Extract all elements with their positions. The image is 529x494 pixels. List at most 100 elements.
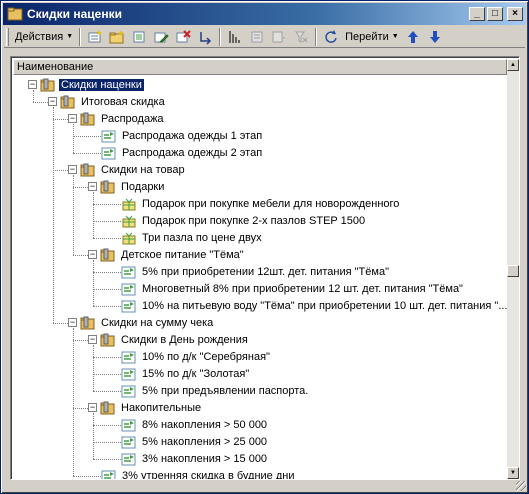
toolbar-grip[interactable]: [6, 27, 9, 46]
title-bar[interactable]: Скидки наценки _ □ ×: [3, 3, 526, 25]
actions-menu-button[interactable]: Действия ▼: [12, 28, 76, 46]
tree-row[interactable]: 3% утренняя скидка в будние дни: [101, 467, 297, 479]
tree-row[interactable]: − Детское питание "Тёма": [88, 246, 246, 263]
discount-item-icon: [121, 299, 137, 313]
tree-row[interactable]: Многоветный 8% при приобретении 12 шт. д…: [121, 280, 465, 297]
tree-row-label: Распродажа одежды 2 этап: [122, 146, 263, 159]
minimize-button[interactable]: _: [469, 7, 485, 21]
vertical-scrollbar[interactable]: ▲ ▼: [507, 59, 519, 479]
collapse-toggle-icon[interactable]: −: [48, 97, 57, 106]
tree-row[interactable]: Распродажа одежды 2 этап: [101, 144, 264, 161]
tree-row-label: Детское питание "Тёма": [121, 248, 244, 261]
discount-item-icon: [121, 384, 137, 398]
dropdown-arrow-icon: ▼: [66, 33, 74, 40]
tree-row[interactable]: 3% накопления > 15 000: [121, 450, 269, 467]
close-button[interactable]: ×: [507, 7, 523, 21]
tree-row[interactable]: − Скидки наценки: [28, 76, 145, 93]
tree-row-label: Скидки в День рождения: [121, 333, 248, 346]
tree-connector: [93, 356, 121, 358]
goto-menu-button[interactable]: Перейти ▼: [342, 28, 402, 46]
tree-row[interactable]: Три пазла по цене двух: [121, 229, 264, 246]
tree-row[interactable]: 15% по д/к "Золотая": [121, 365, 251, 382]
dropdown-arrow-icon: ▼: [391, 33, 399, 40]
discount-item-icon: [101, 129, 117, 143]
actions-menu-label: Действия: [15, 30, 64, 43]
tree-row-label: Три пазла по цене двух: [142, 231, 262, 244]
filter-dropdown-button[interactable]: [268, 27, 290, 47]
add-folder-button[interactable]: [106, 27, 128, 47]
tree-connector: [93, 412, 94, 459]
folder-icon: [80, 112, 96, 126]
folder-icon: [100, 333, 116, 347]
tree-row[interactable]: Подарок при покупке мебели для новорожде…: [121, 195, 401, 212]
collapse-toggle-icon[interactable]: −: [68, 114, 77, 123]
collapse-toggle-icon[interactable]: −: [68, 318, 77, 327]
filter-list-icon: [272, 31, 286, 42]
arrow-up-icon: [407, 30, 418, 43]
tree-row-label: Подарок при покупке мебели для новорожде…: [142, 197, 400, 210]
tree-row[interactable]: − Распродажа: [68, 110, 166, 127]
tree-connector: [93, 344, 94, 391]
move-down-button[interactable]: [424, 27, 446, 47]
discount-item-icon: [101, 146, 117, 160]
collapse-toggle-icon[interactable]: −: [88, 250, 97, 259]
tree-row[interactable]: − Скидки на товар: [68, 161, 187, 178]
scroll-up-button[interactable]: ▲: [507, 59, 519, 71]
tree-row[interactable]: 5% накопления > 25 000: [121, 433, 269, 450]
column-header-name[interactable]: Наименование: [13, 59, 507, 75]
refresh-icon: [325, 29, 337, 43]
maximize-button[interactable]: □: [487, 7, 503, 21]
tree-row[interactable]: − Подарки: [88, 178, 166, 195]
tree-row[interactable]: 10% на питьевую воду "Тёма" при приобрет…: [121, 297, 507, 314]
clear-filter-icon: [295, 31, 308, 43]
tree-view[interactable]: − Скидки наценки − Итоговая скидка − Распрода…: [13, 75, 507, 479]
discount-item-icon: [101, 469, 117, 479]
level-up-button[interactable]: [246, 27, 268, 47]
tree-row[interactable]: 5% при приобретении 12шт. дет. питания "…: [121, 263, 391, 280]
copy-item-button[interactable]: [128, 27, 150, 47]
tree-row[interactable]: − Скидки в День рождения: [88, 331, 250, 348]
tree-row-label: 5% при приобретении 12шт. дет. питания "…: [142, 265, 389, 278]
tree-connector: [93, 191, 94, 238]
tree-row[interactable]: − Итоговая скидка: [48, 93, 167, 110]
tree-row-label: 5% накопления > 25 000: [142, 435, 268, 448]
folder-icon: [60, 95, 76, 109]
clear-filter-button[interactable]: [290, 27, 312, 47]
move-icon: [200, 31, 212, 45]
refresh-button[interactable]: [320, 27, 342, 47]
delete-item-button[interactable]: [172, 27, 194, 47]
tree-row[interactable]: 10% по д/к "Серебряная": [121, 348, 272, 365]
arrow-down-icon: [429, 30, 440, 43]
hierarchy-button[interactable]: [224, 27, 246, 47]
scroll-down-button[interactable]: ▼: [507, 467, 519, 479]
tree-row[interactable]: − Накопительные: [88, 399, 203, 416]
main-window: Скидки наценки _ □ × Действия ▼ Перейти …: [0, 0, 529, 494]
tree-row[interactable]: Подарок при покупке 2-х пазлов STEP 1500: [121, 212, 367, 229]
edit-item-button[interactable]: [150, 27, 172, 47]
tree-row[interactable]: 8% накопления > 50 000: [121, 416, 269, 433]
collapse-toggle-icon[interactable]: −: [68, 165, 77, 174]
tree-connector: [93, 305, 121, 307]
scroll-thumb[interactable]: [507, 265, 519, 277]
collapse-toggle-icon[interactable]: −: [88, 182, 97, 191]
folder-icon: [100, 180, 116, 194]
move-item-button[interactable]: [194, 27, 216, 47]
tree-connector: [73, 254, 88, 256]
collapse-toggle-icon[interactable]: −: [88, 335, 97, 344]
resize-grip[interactable]: [516, 481, 526, 491]
tree-connector: [33, 101, 48, 103]
add-item-button[interactable]: [84, 27, 106, 47]
tree-row[interactable]: Распродажа одежды 1 этап: [101, 127, 264, 144]
tree-row[interactable]: 5% при предъявлении паспорта.: [121, 382, 310, 399]
gift-icon: [121, 231, 137, 245]
tree-row-label: 15% по д/к "Золотая": [142, 367, 250, 380]
move-up-button[interactable]: [402, 27, 424, 47]
toolbar-separator: [79, 27, 82, 46]
collapse-toggle-icon[interactable]: −: [88, 403, 97, 412]
delete-icon: [176, 29, 191, 42]
folder-icon: [80, 316, 96, 330]
app-icon: [7, 7, 23, 21]
tree-row[interactable]: − Скидки на сумму чека: [68, 314, 215, 331]
collapse-toggle-icon[interactable]: −: [28, 80, 37, 89]
tree-connector: [93, 271, 121, 273]
